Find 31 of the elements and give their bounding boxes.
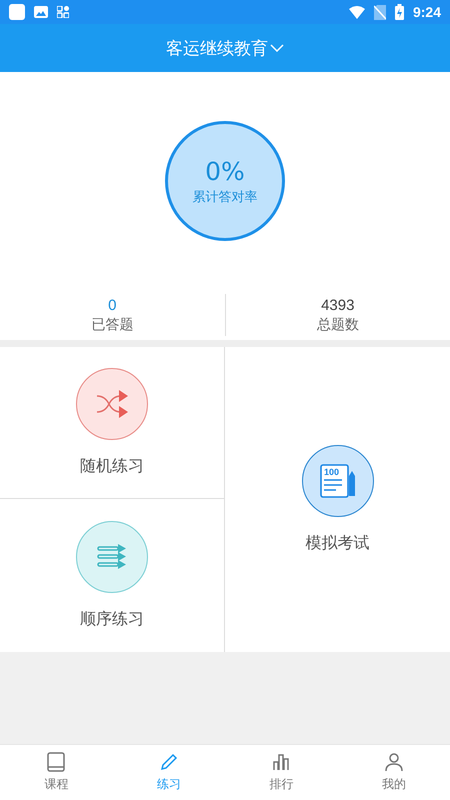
clock-time: 9:24 (412, 4, 441, 20)
person-icon (384, 752, 404, 772)
nav-tab[interactable]: 课程 (0, 745, 112, 800)
stat-label: 已答题 (91, 316, 134, 334)
mode-label: 随机练习 (80, 456, 144, 477)
grid-icon (57, 6, 69, 18)
no-sim-icon (374, 4, 386, 20)
practice-mode-tile[interactable]: 顺序练习 (0, 499, 225, 652)
list-arrows-icon (97, 544, 127, 570)
practice-mode-tile[interactable]: 随机练习 (0, 347, 225, 499)
mode-label: 顺序练习 (80, 609, 144, 630)
book-icon (46, 752, 66, 772)
stat-value: 0 (108, 296, 116, 314)
course-selector[interactable]: 客运继续教育 (166, 36, 284, 60)
shuffle-icon (95, 387, 129, 421)
app-icon (9, 4, 25, 20)
stat-value: 4393 (321, 296, 354, 314)
mode-label: 模拟考试 (306, 533, 370, 554)
battery-icon (394, 4, 404, 20)
nav-tab[interactable]: 排行 (225, 745, 338, 800)
accuracy-label: 累计答对率 (192, 188, 258, 206)
accuracy-value: 0% (205, 156, 245, 186)
image-icon (34, 6, 48, 18)
wifi-icon (348, 6, 365, 18)
pencil-icon (158, 752, 179, 772)
nav-tab[interactable]: 练习 (112, 745, 225, 800)
chevron-down-icon (270, 44, 284, 52)
nav-tab[interactable]: 我的 (338, 745, 450, 800)
bar-chart-icon (271, 752, 292, 772)
stat-label: 总题数 (316, 316, 359, 334)
practice-mode-tile[interactable]: 100 模拟考试 (225, 347, 450, 652)
